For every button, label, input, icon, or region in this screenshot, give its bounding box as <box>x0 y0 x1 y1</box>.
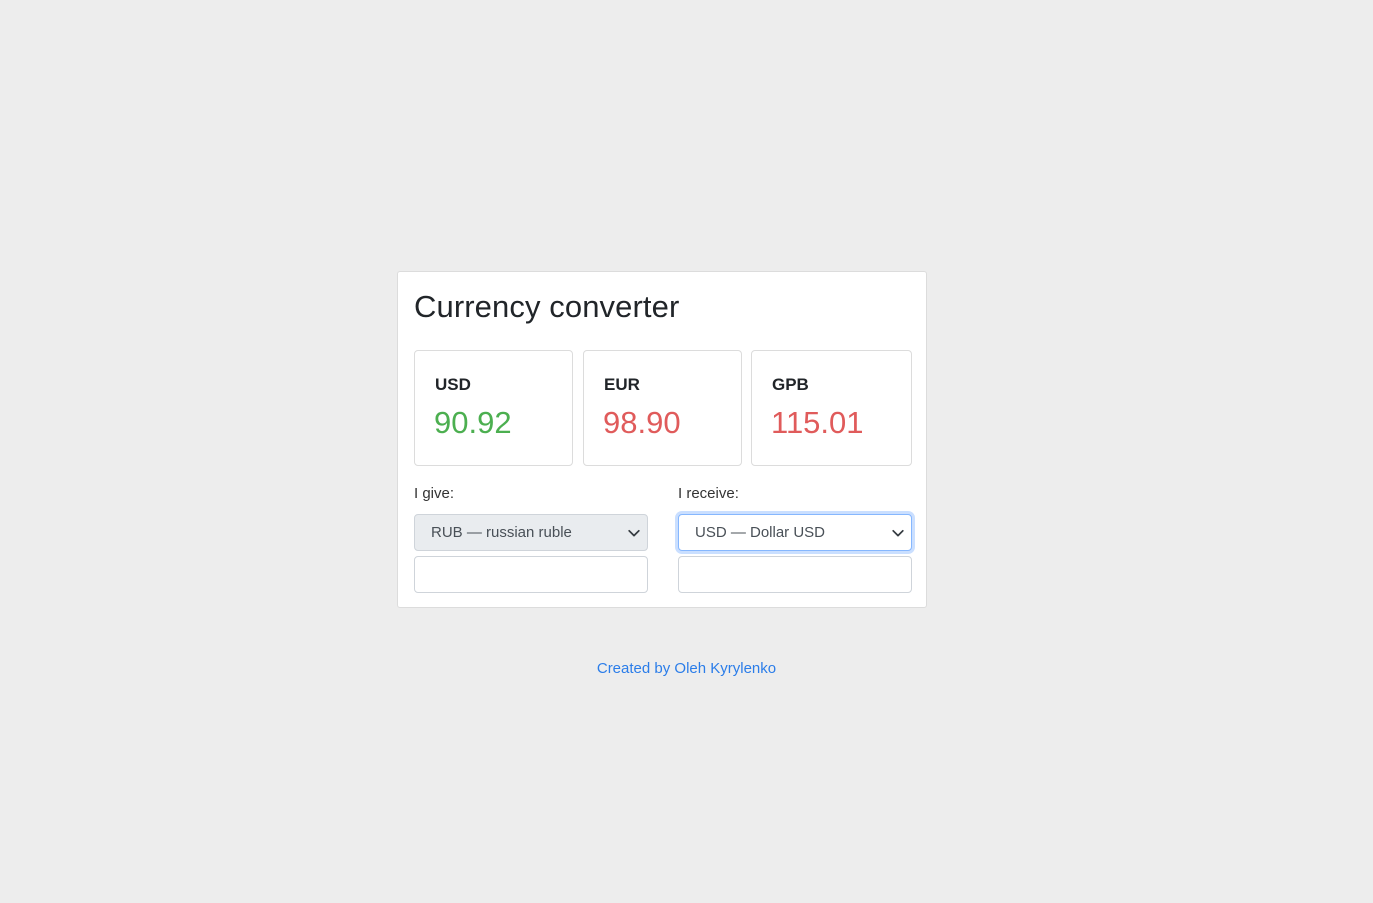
rate-code: USD <box>435 375 471 394</box>
converter-card: Currency converter USD 90.92 EUR 98.90 G… <box>397 271 927 608</box>
rate-card-gpb: GPB 115.01 <box>751 350 912 466</box>
page-title: Currency converter <box>414 289 680 324</box>
footer: Created by Oleh Kyrylenko <box>0 660 1373 678</box>
chevron-down-icon <box>628 529 640 537</box>
receive-currency-value: USD — Dollar USD <box>695 524 826 541</box>
rate-card-usd: USD 90.92 <box>414 350 573 466</box>
rate-code: GPB <box>772 375 809 394</box>
rate-value: 90.92 <box>434 405 512 440</box>
receive-amount-input[interactable] <box>678 556 912 593</box>
author-credit-link[interactable]: Created by Oleh Kyrylenko <box>597 660 776 677</box>
give-amount-input[interactable] <box>414 556 648 593</box>
give-currency-select[interactable]: RUB — russian ruble <box>414 514 648 551</box>
rate-card-eur: EUR 98.90 <box>583 350 742 466</box>
rate-value: 98.90 <box>603 405 681 440</box>
receive-label: I receive: <box>678 485 739 502</box>
give-label: I give: <box>414 485 455 502</box>
rate-code: EUR <box>604 375 640 394</box>
rate-value: 115.01 <box>771 405 864 440</box>
chevron-down-icon <box>892 529 904 537</box>
receive-currency-select[interactable]: USD — Dollar USD <box>678 514 912 551</box>
give-currency-value: RUB — russian ruble <box>431 524 572 541</box>
